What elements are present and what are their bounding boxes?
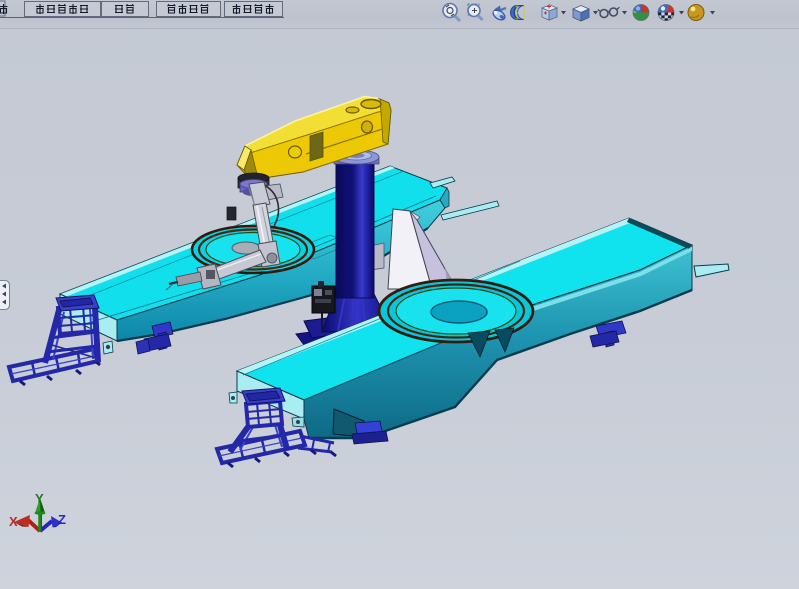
svg-text:Z: Z bbox=[58, 512, 66, 527]
svg-text:X: X bbox=[9, 514, 18, 529]
svg-text:Y: Y bbox=[35, 491, 44, 506]
